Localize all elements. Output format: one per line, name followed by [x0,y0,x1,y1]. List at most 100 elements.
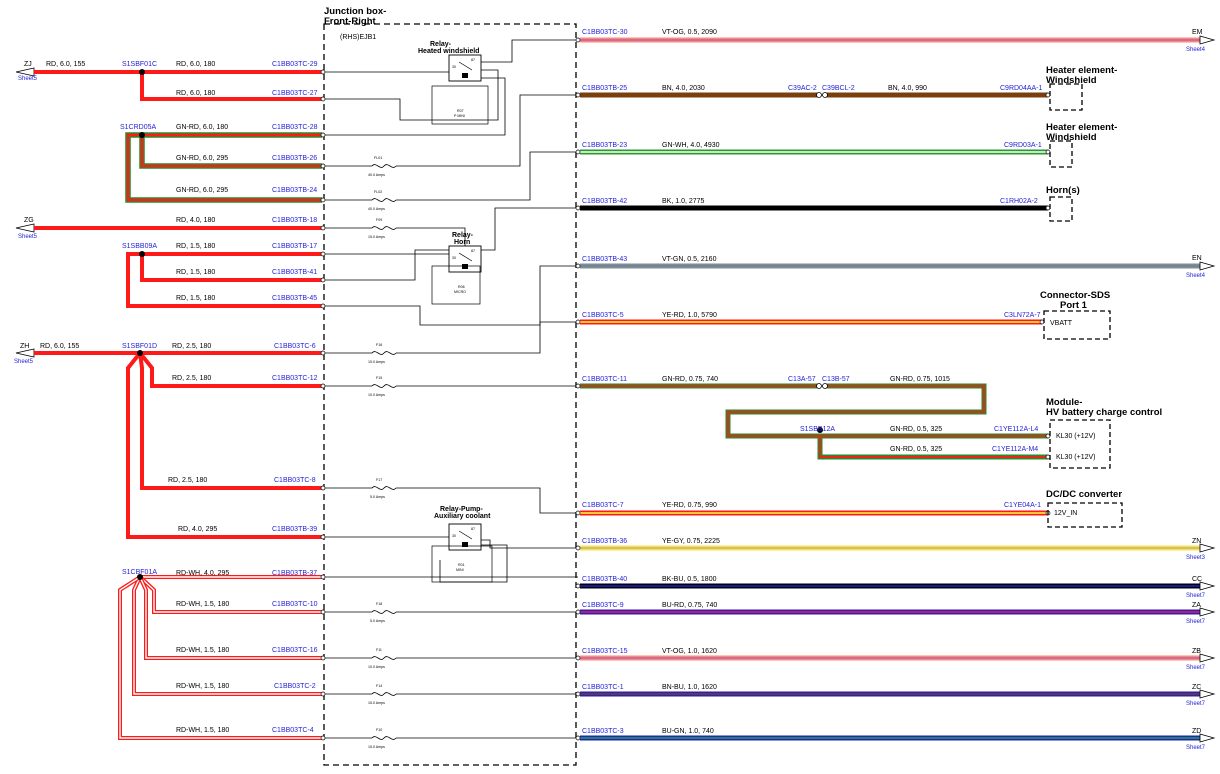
relay-pin-30: 30 [452,256,456,260]
fuse-fl01[interactable]: FL01 40.0 Amps [368,156,397,177]
splice-labels: S1SBF01C S1CRD05A S1SBB09A S1SBF01D S1CB… [120,61,835,576]
svg-text:F09: F09 [376,218,382,222]
fuse-f11[interactable]: F11 10.0 Amps [368,648,397,669]
svg-text:VBATT: VBATT [1050,320,1073,327]
relay-pin-30: 30 [452,534,456,538]
svg-text:KL30 (+12V): KL30 (+12V) [1056,454,1096,461]
svg-text:10.0 Amps: 10.0 Amps [368,393,385,397]
svg-text:CC: CC [1192,576,1202,583]
splice-label: S1SBF01D [122,343,157,350]
pin-label: C1YE112A-L4 [994,426,1038,433]
fuse-f16[interactable]: F16 15.0 Amps [368,343,397,364]
pin-label: C1BB03TC-27 [272,90,318,97]
fuse-f10[interactable]: F10 15.0 Amps [368,728,397,749]
svg-text:DC/DC converter: DC/DC converter [1046,489,1122,500]
pin-label: C1BB03TC-5 [582,312,624,319]
svg-text:EM: EM [1192,29,1203,36]
svg-text:Sheet7: Sheet7 [1186,701,1206,707]
svg-text:KL30 (+12V): KL30 (+12V) [1056,433,1096,440]
fuse-f14[interactable]: F14 15.0 Amps [368,684,397,705]
relay-name-1: Relay- [430,41,452,48]
wire-label: BN, 4.0, 2030 [662,85,705,92]
svg-text:Horn(s): Horn(s) [1046,185,1080,196]
svg-text:FL01: FL01 [374,156,382,160]
relay-horn[interactable]: 30 87 Relay- Horn R06 MICRO [431,232,482,305]
wire-label: YE-RD, 1.0, 5790 [662,312,717,319]
wire-label: GN-RD, 6.0, 295 [176,187,228,194]
relay-name-2: Auxiliary coolant [434,513,491,520]
fuse-f18[interactable]: F18 5.0 Amps [368,602,397,623]
svg-text:F17: F17 [376,478,382,482]
svg-text:15.0 Amps: 15.0 Amps [368,745,385,749]
pin-label: C1BB03TB-39 [272,526,317,533]
pin-label: C1BB03TB-24 [272,187,317,194]
pin-label: C1BB03TB-42 [582,198,627,205]
right-terminals [575,37,1051,741]
pin-label: C1BB03TC-1 [582,684,624,691]
svg-text:F14: F14 [376,684,382,688]
pin-label: C1RH02A-2 [1000,198,1038,205]
feed-zh-text: RD, 6.0, 155 [40,343,79,350]
pin-label: C1BB03TB-41 [272,269,317,276]
wire-label: RD-WH, 1.5, 180 [176,601,229,608]
wire-label: GN-RD, 0.5, 325 [890,446,942,453]
svg-text:Sheet4: Sheet4 [1186,273,1206,279]
right-wire-labels: C1BB03TC-30 VT-OG, 0.5, 2090 C1BB03TB-25… [582,29,1043,735]
pin-label: C13B-57 [822,376,850,383]
feed-zj-sheet[interactable]: Sheet5 [18,76,38,82]
wire-label: RD-WH, 1.5, 180 [176,683,229,690]
svg-text:ZA: ZA [1192,602,1201,609]
wire-label: RD, 6.0, 180 [176,90,215,97]
fuse-f09[interactable]: F09 15.0 Amps [368,218,397,239]
wiring-diagram: Junction box- Front-Right (RHS)EJB1 ZJ S… [14,6,1216,766]
wire-label: RD, 4.0, 295 [178,526,217,533]
wire-label: BK-BU, 0.5, 1800 [662,576,717,583]
wire-label: BU-RD, 0.75, 740 [662,602,717,609]
splice-label: S1CRD05A [120,124,157,131]
pin-label: C1YE112A-M4 [992,446,1038,453]
wire-label: YE-RD, 0.75, 990 [662,502,717,509]
component-connector-sds[interactable]: Connector-SDS Port 1 VBATT [1040,290,1111,340]
component-heater-element-1[interactable]: Heater element- Windshield [1046,65,1117,111]
relay-pin-87: 87 [471,527,475,531]
relay-heated-windshield[interactable]: 30 87 Relay- Heated windshield R07 P MIN… [418,41,489,125]
component-horns[interactable]: Horn(s) [1046,185,1080,222]
wire-label: VT-OG, 1.0, 1620 [662,648,717,655]
svg-text:Sheet7: Sheet7 [1186,619,1206,625]
fuse-f19[interactable]: F19 10.0 Amps [368,376,397,397]
pin-label: C1BB03TC-15 [582,648,628,655]
pin-label: C1BB03TC-2 [274,683,316,690]
wire-label: VT-GN, 0.5, 2160 [662,256,717,263]
right-offsheet-arrows[interactable]: EM Sheet4 EN Sheet4 ZN Sheet3 CC Sheet7 … [1186,29,1216,751]
component-dcdc-converter[interactable]: DC/DC converter 12V_IN [1046,489,1123,528]
wire-label: RD, 2.5, 180 [168,477,207,484]
wire-label: RD, 2.5, 180 [172,375,211,382]
fuse-f17[interactable]: F17 5.0 Amps [368,478,397,499]
fuse-fl02[interactable]: FL02 40.0 Amps [368,190,397,211]
svg-text:10.0 Amps: 10.0 Amps [368,665,385,669]
relay-name-1: Relay- [452,232,474,239]
feed-zj-id: ZJ [24,61,32,68]
feed-zg-sheet[interactable]: Sheet5 [18,234,38,240]
component-heater-element-2[interactable]: Heater element- Windshield [1046,122,1117,168]
component-hv-battery-charge-module[interactable]: Module- HV battery charge control KL30 (… [1046,397,1162,469]
pin-label: C1BB03TC-6 [274,343,316,350]
relay-code: R01 [458,563,465,567]
pin-label: C1BB03TB-26 [272,155,317,162]
svg-text:F10: F10 [376,728,382,732]
pin-label: C1BB03TC-12 [272,375,318,382]
pin-label: C1BB03TB-43 [582,256,627,263]
pin-label: C1BB03TC-30 [582,29,628,36]
relay-auxiliary-coolant-pump[interactable]: 30 87 Relay-Pump- Auxiliary coolant R01 … [431,506,493,583]
svg-text:Sheet3: Sheet3 [1186,555,1206,561]
left-harness [34,70,322,740]
pin-label: C9RD04AA-1 [1000,85,1043,92]
svg-text:15.0 Amps: 15.0 Amps [368,235,385,239]
pin-label: C3LN72A-7 [1004,312,1041,319]
feed-zh-sheet[interactable]: Sheet5 [14,359,34,365]
wire-label: GN-WH, 4.0, 4930 [662,142,720,149]
pin-label: C1BB03TB-40 [582,576,627,583]
relay-name-1: Relay-Pump- [440,506,483,513]
pin-label: C1BB03TB-17 [272,243,317,250]
wire-label: GN-RD, 0.75, 1015 [890,376,950,383]
